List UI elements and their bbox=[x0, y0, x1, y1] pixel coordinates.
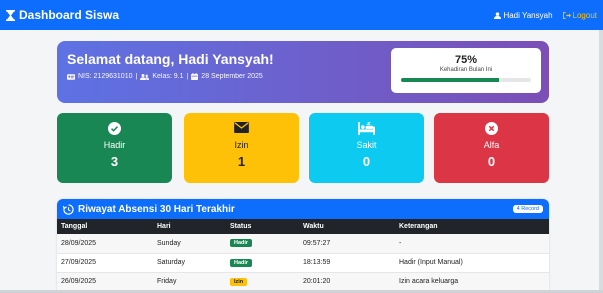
meta-separator: | bbox=[135, 73, 138, 80]
attendance-history-panel: Riwayat Absensi 30 Hari Terakhir 4 Recor… bbox=[57, 199, 549, 293]
cell-hari: Saturday bbox=[153, 253, 226, 273]
cell-tanggal: 26/09/2025 bbox=[57, 272, 153, 292]
column-header[interactable]: Hari bbox=[153, 219, 226, 234]
stat-label: Sakit bbox=[356, 140, 377, 150]
stat-card-hadir[interactable]: Hadir 3 bbox=[57, 113, 172, 183]
stat-card-izin[interactable]: Izin 1 bbox=[184, 113, 299, 183]
logout-label: Logout bbox=[572, 10, 597, 20]
table-row: 27/09/2025 Saturday Hadir 18:13:59 Hadir… bbox=[57, 253, 549, 273]
stat-value: 0 bbox=[362, 154, 371, 169]
table-row: 28/09/2025 Sunday Hadir 09:57:27 - bbox=[57, 234, 549, 254]
welcome-banner: Selamat datang, Hadi Yansyah! NIS: 21296… bbox=[57, 41, 549, 103]
attendance-label: Kehadiran Bulan Ini bbox=[439, 67, 493, 73]
table-row: 26/09/2025 Friday Izin 20:01:20 Izin aca… bbox=[57, 272, 549, 292]
column-header[interactable]: Status bbox=[226, 219, 299, 234]
brand-title: Dashboard Siswa bbox=[19, 8, 120, 22]
record-count-badge: 4 Record bbox=[512, 205, 543, 213]
brand[interactable]: Dashboard Siswa bbox=[6, 8, 119, 22]
user-menu[interactable]: Hadi Yansyah bbox=[494, 10, 553, 20]
stat-label: Hadir bbox=[103, 140, 126, 150]
bed-icon bbox=[358, 122, 375, 135]
users-icon bbox=[140, 73, 150, 80]
stat-value: 0 bbox=[487, 154, 496, 169]
cell-tanggal: 27/09/2025 bbox=[57, 253, 153, 273]
user-name: Hadi Yansyah bbox=[503, 10, 553, 20]
check-circle-icon bbox=[108, 122, 121, 135]
calendar-icon bbox=[191, 73, 199, 80]
status-badge: Hadir bbox=[230, 239, 253, 248]
window-scrollbar[interactable] bbox=[599, 30, 603, 293]
cell-waktu: 09:57:27 bbox=[299, 234, 395, 254]
cell-status: Hadir bbox=[226, 253, 299, 273]
attendance-progress-fill bbox=[401, 78, 499, 82]
column-header[interactable]: Keterangan bbox=[395, 219, 549, 234]
history-icon bbox=[63, 203, 74, 215]
stat-label: Alfa bbox=[483, 140, 500, 150]
logout-icon bbox=[562, 11, 571, 19]
top-navbar: Dashboard Siswa Hadi Yansyah Logout bbox=[0, 0, 603, 30]
nis-text: NIS: 2129631010 bbox=[78, 73, 133, 80]
meta-separator: | bbox=[186, 73, 189, 80]
cell-waktu: 20:01:20 bbox=[299, 272, 395, 292]
panel-title: Riwayat Absensi 30 Hari Terakhir bbox=[78, 203, 235, 215]
attendance-percent: 75% bbox=[454, 54, 478, 66]
cell-hari: Sunday bbox=[153, 234, 226, 254]
stat-label: Izin bbox=[234, 140, 249, 150]
cell-hari: Friday bbox=[153, 272, 226, 292]
logout-button[interactable]: Logout bbox=[562, 10, 597, 20]
panel-header: Riwayat Absensi 30 Hari Terakhir 4 Recor… bbox=[57, 199, 549, 219]
cell-tanggal: 28/09/2025 bbox=[57, 234, 153, 254]
attendance-summary-card: 75% Kehadiran Bulan Ini bbox=[391, 48, 541, 93]
cell-status: Izin bbox=[226, 272, 299, 292]
cell-status: Hadir bbox=[226, 234, 299, 254]
attendance-table: Tanggal Hari Status Waktu Keterangan 28/… bbox=[57, 219, 549, 292]
envelope-icon bbox=[234, 122, 249, 133]
cell-keterangan: - bbox=[395, 234, 549, 254]
column-header[interactable]: Tanggal bbox=[57, 219, 153, 234]
kelas-text: Kelas: 9.1 bbox=[152, 73, 184, 80]
status-badge: Izin bbox=[230, 277, 248, 286]
stat-card-alfa[interactable]: Alfa 0 bbox=[434, 113, 549, 183]
status-badge: Hadir bbox=[230, 258, 253, 267]
stat-card-sakit[interactable]: Sakit 0 bbox=[309, 113, 424, 183]
cell-keterangan: Hadir (Input Manual) bbox=[395, 253, 549, 273]
x-circle-icon bbox=[485, 122, 498, 135]
stat-value: 3 bbox=[110, 154, 119, 169]
user-icon bbox=[494, 11, 502, 19]
column-header[interactable]: Waktu bbox=[299, 219, 395, 234]
date-text: 28 September 2025 bbox=[201, 73, 263, 80]
cell-waktu: 18:13:59 bbox=[299, 253, 395, 273]
hourglass-icon bbox=[6, 9, 15, 21]
stat-value: 1 bbox=[237, 154, 246, 169]
cell-keterangan: Izin acara keluarga bbox=[395, 272, 549, 292]
table-header-row: Tanggal Hari Status Waktu Keterangan bbox=[57, 219, 549, 234]
id-card-icon bbox=[67, 73, 75, 80]
attendance-progress-bar bbox=[401, 78, 531, 82]
